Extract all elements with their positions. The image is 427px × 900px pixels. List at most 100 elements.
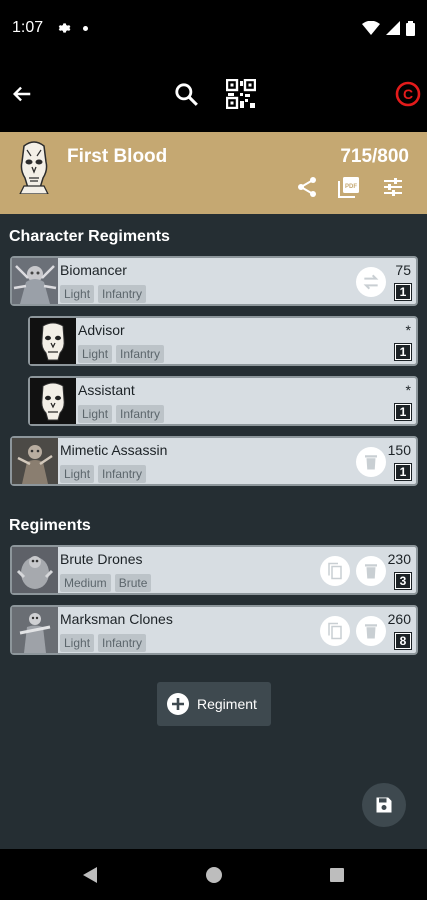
wifi-icon	[362, 21, 380, 35]
status-bar: 1:07	[0, 0, 427, 56]
regiment-tags: Light Infantry	[60, 634, 147, 652]
regiment-tags: Light Infantry	[60, 465, 147, 483]
delete-button[interactable]	[356, 447, 386, 477]
plus-icon	[167, 693, 189, 715]
regiment-tag: Light	[78, 405, 113, 423]
search-button[interactable]	[168, 76, 204, 112]
delete-button[interactable]	[356, 556, 386, 586]
regiment-tag: Infantry	[98, 634, 147, 652]
regiment-tag: Light	[60, 634, 95, 652]
share-button[interactable]	[292, 172, 322, 202]
regiment-name: Biomancer	[60, 262, 127, 278]
nav-recents-square-icon	[330, 868, 344, 882]
swap-arrows-icon	[363, 274, 379, 290]
regiment-name: Mimetic Assassin	[60, 442, 168, 458]
status-time: 1:07	[12, 19, 44, 36]
svg-text:C: C	[403, 86, 413, 102]
regiment-card-marksman-clones[interactable]: Marksman Clones Light Infantry 260 8	[10, 605, 418, 655]
copy-icon	[328, 562, 342, 580]
save-floppy-icon	[376, 797, 392, 813]
regiment-card-advisor[interactable]: Advisor Light Infantry * 1	[28, 316, 418, 366]
regiment-tag: Infantry	[116, 345, 165, 363]
qr-scan-button[interactable]	[223, 76, 259, 112]
advisor-thumbnail	[30, 318, 76, 364]
character-regiments-heading: Character Regiments	[9, 228, 170, 245]
regiment-tags: Light Infantry	[78, 345, 165, 363]
regiment-name: Advisor	[78, 322, 125, 338]
regiment-cost: 75	[395, 262, 411, 278]
regiment-count: 1	[394, 283, 412, 301]
nav-home-circle-icon	[206, 867, 222, 883]
regiment-count: 1	[394, 463, 412, 481]
regiment-cost: 260	[387, 611, 411, 627]
nav-back-triangle-icon	[83, 867, 97, 883]
regiment-name: Brute Drones	[60, 551, 143, 567]
regiment-count: 3	[394, 572, 412, 590]
svg-text:PDF: PDF	[345, 184, 357, 190]
nav-back-button[interactable]	[80, 865, 100, 885]
regiment-cost: *	[405, 322, 411, 338]
regiment-cost: 230	[387, 551, 411, 567]
regiment-tag: Infantry	[98, 465, 147, 483]
battery-icon	[406, 20, 415, 36]
add-regiment-button[interactable]: Regiment	[157, 682, 271, 726]
settings-gear-icon	[58, 23, 71, 33]
regiment-count: 1	[394, 403, 412, 421]
regiment-tag: Medium	[60, 574, 111, 592]
regiment-tag: Brute	[114, 574, 152, 592]
tune-sliders-icon	[384, 178, 402, 196]
save-button[interactable]	[362, 783, 406, 827]
regiment-tag: Infantry	[116, 405, 165, 423]
regiment-card-biomancer[interactable]: Biomancer Light Infantry 75 1	[10, 256, 418, 306]
regiment-tag: Light	[60, 285, 95, 303]
qr-code-icon	[226, 79, 256, 109]
back-button[interactable]	[4, 76, 40, 112]
back-arrow-icon	[12, 86, 31, 102]
system-navigation-bar	[0, 849, 427, 900]
mimetic-assassin-thumbnail	[12, 438, 58, 484]
regiment-tags: Medium Brute	[60, 574, 152, 592]
pdf-icon: PDF	[338, 177, 359, 198]
nav-home-button[interactable]	[204, 865, 224, 885]
army-portrait-icon	[19, 141, 49, 194]
marksman-clones-thumbnail	[12, 607, 58, 653]
regiment-tags: Light Infantry	[60, 285, 147, 303]
regiment-name: Marksman Clones	[60, 611, 173, 627]
signal-icon	[386, 21, 400, 35]
trash-icon	[365, 564, 377, 579]
assistant-thumbnail	[30, 378, 76, 424]
pdf-export-button[interactable]: PDF	[334, 172, 364, 202]
duplicate-button[interactable]	[320, 556, 350, 586]
brute-drones-thumbnail	[12, 547, 58, 593]
regiment-card-mimetic-assassin[interactable]: Mimetic Assassin Light Infantry 150 1	[10, 436, 418, 486]
regiment-card-brute-drones[interactable]: Brute Drones Medium Brute 230 3	[10, 545, 418, 595]
app-bar: C	[0, 56, 427, 132]
regiment-card-assistant[interactable]: Assistant Light Infantry * 1	[28, 376, 418, 426]
army-title: First Blood	[67, 146, 168, 167]
share-icon	[298, 177, 316, 197]
add-regiment-label: Regiment	[197, 696, 257, 712]
notification-dot-icon	[83, 25, 89, 31]
search-icon	[175, 83, 198, 106]
delete-button[interactable]	[356, 616, 386, 646]
copyright-button[interactable]: C	[390, 76, 426, 112]
regiment-count: 8	[394, 632, 412, 650]
biomancer-thumbnail	[12, 258, 58, 304]
regiment-tag: Light	[78, 345, 113, 363]
army-points: 715/800	[340, 146, 409, 167]
trash-icon	[365, 624, 377, 639]
army-header: First Blood 715/800 PDF	[0, 132, 427, 214]
regiment-name: Assistant	[78, 382, 135, 398]
regiment-tag: Infantry	[98, 285, 147, 303]
regiments-heading: Regiments	[9, 517, 91, 534]
duplicate-button[interactable]	[320, 616, 350, 646]
swap-button[interactable]	[356, 267, 386, 297]
regiment-count: 1	[394, 343, 412, 361]
copyright-icon: C	[395, 81, 421, 107]
trash-icon	[365, 455, 377, 470]
regiment-cost: *	[405, 382, 411, 398]
filter-settings-button[interactable]	[378, 172, 408, 202]
torn-paper-edge	[0, 200, 427, 214]
regiment-tags: Light Infantry	[78, 405, 165, 423]
nav-recents-button[interactable]	[327, 865, 347, 885]
